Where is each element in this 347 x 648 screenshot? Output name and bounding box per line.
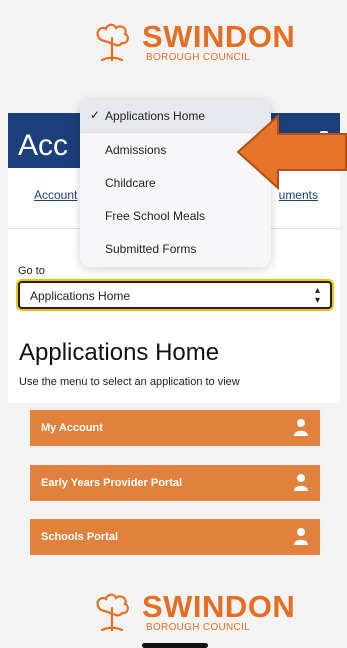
user-icon [294,528,308,545]
my-account-button[interactable]: My Account [30,410,320,446]
annotation-arrow-icon [236,113,347,191]
page-title: Applications Home [19,339,220,366]
early-years-portal-button[interactable]: Early Years Provider Portal [30,465,320,501]
user-icon [294,419,308,436]
brand-name: SWINDON [142,589,296,624]
select-chevrons-icon: ▴ ▾ [314,285,320,306]
tile-label: My Account [41,422,103,434]
brand-name: SWINDON [142,19,296,54]
goto-label: Go to [18,265,45,277]
tile-label: Early Years Provider Portal [41,477,183,489]
menu-item-submitted-forms[interactable]: Submitted Forms [80,232,271,265]
page-subtitle: Use the menu to select an application to… [19,376,240,388]
schools-portal-button[interactable]: Schools Portal [30,519,320,555]
brand-subtitle: BOROUGH COUNCIL [146,622,250,633]
menu-item-free-school-meals[interactable]: Free School Meals [80,199,271,232]
brand-subtitle: BOROUGH COUNCIL [146,52,250,63]
swindon-logo-icon [96,23,129,62]
checkmark-icon: ✓ [90,108,101,122]
goto-select[interactable]: Applications Home ▴ ▾ [18,281,332,309]
menu-item-label: Submitted Forms [105,242,197,256]
goto-select-value: Applications Home [30,289,131,303]
account-link[interactable]: Account [34,188,77,202]
menu-item-label: Admissions [105,143,167,157]
swindon-logo-icon [96,593,129,632]
user-icon [294,474,308,491]
menu-item-label: Free School Meals [105,209,206,223]
header-logo[interactable]: SWINDON BOROUGH COUNCIL [0,0,347,63]
tile-label: Schools Portal [41,531,119,543]
hero-title: Acc [18,129,69,162]
home-indicator [142,643,208,648]
footer-logo[interactable]: SWINDON BOROUGH COUNCIL [0,584,347,644]
menu-item-label: Applications Home [105,109,206,123]
menu-item-label: Childcare [105,176,156,190]
